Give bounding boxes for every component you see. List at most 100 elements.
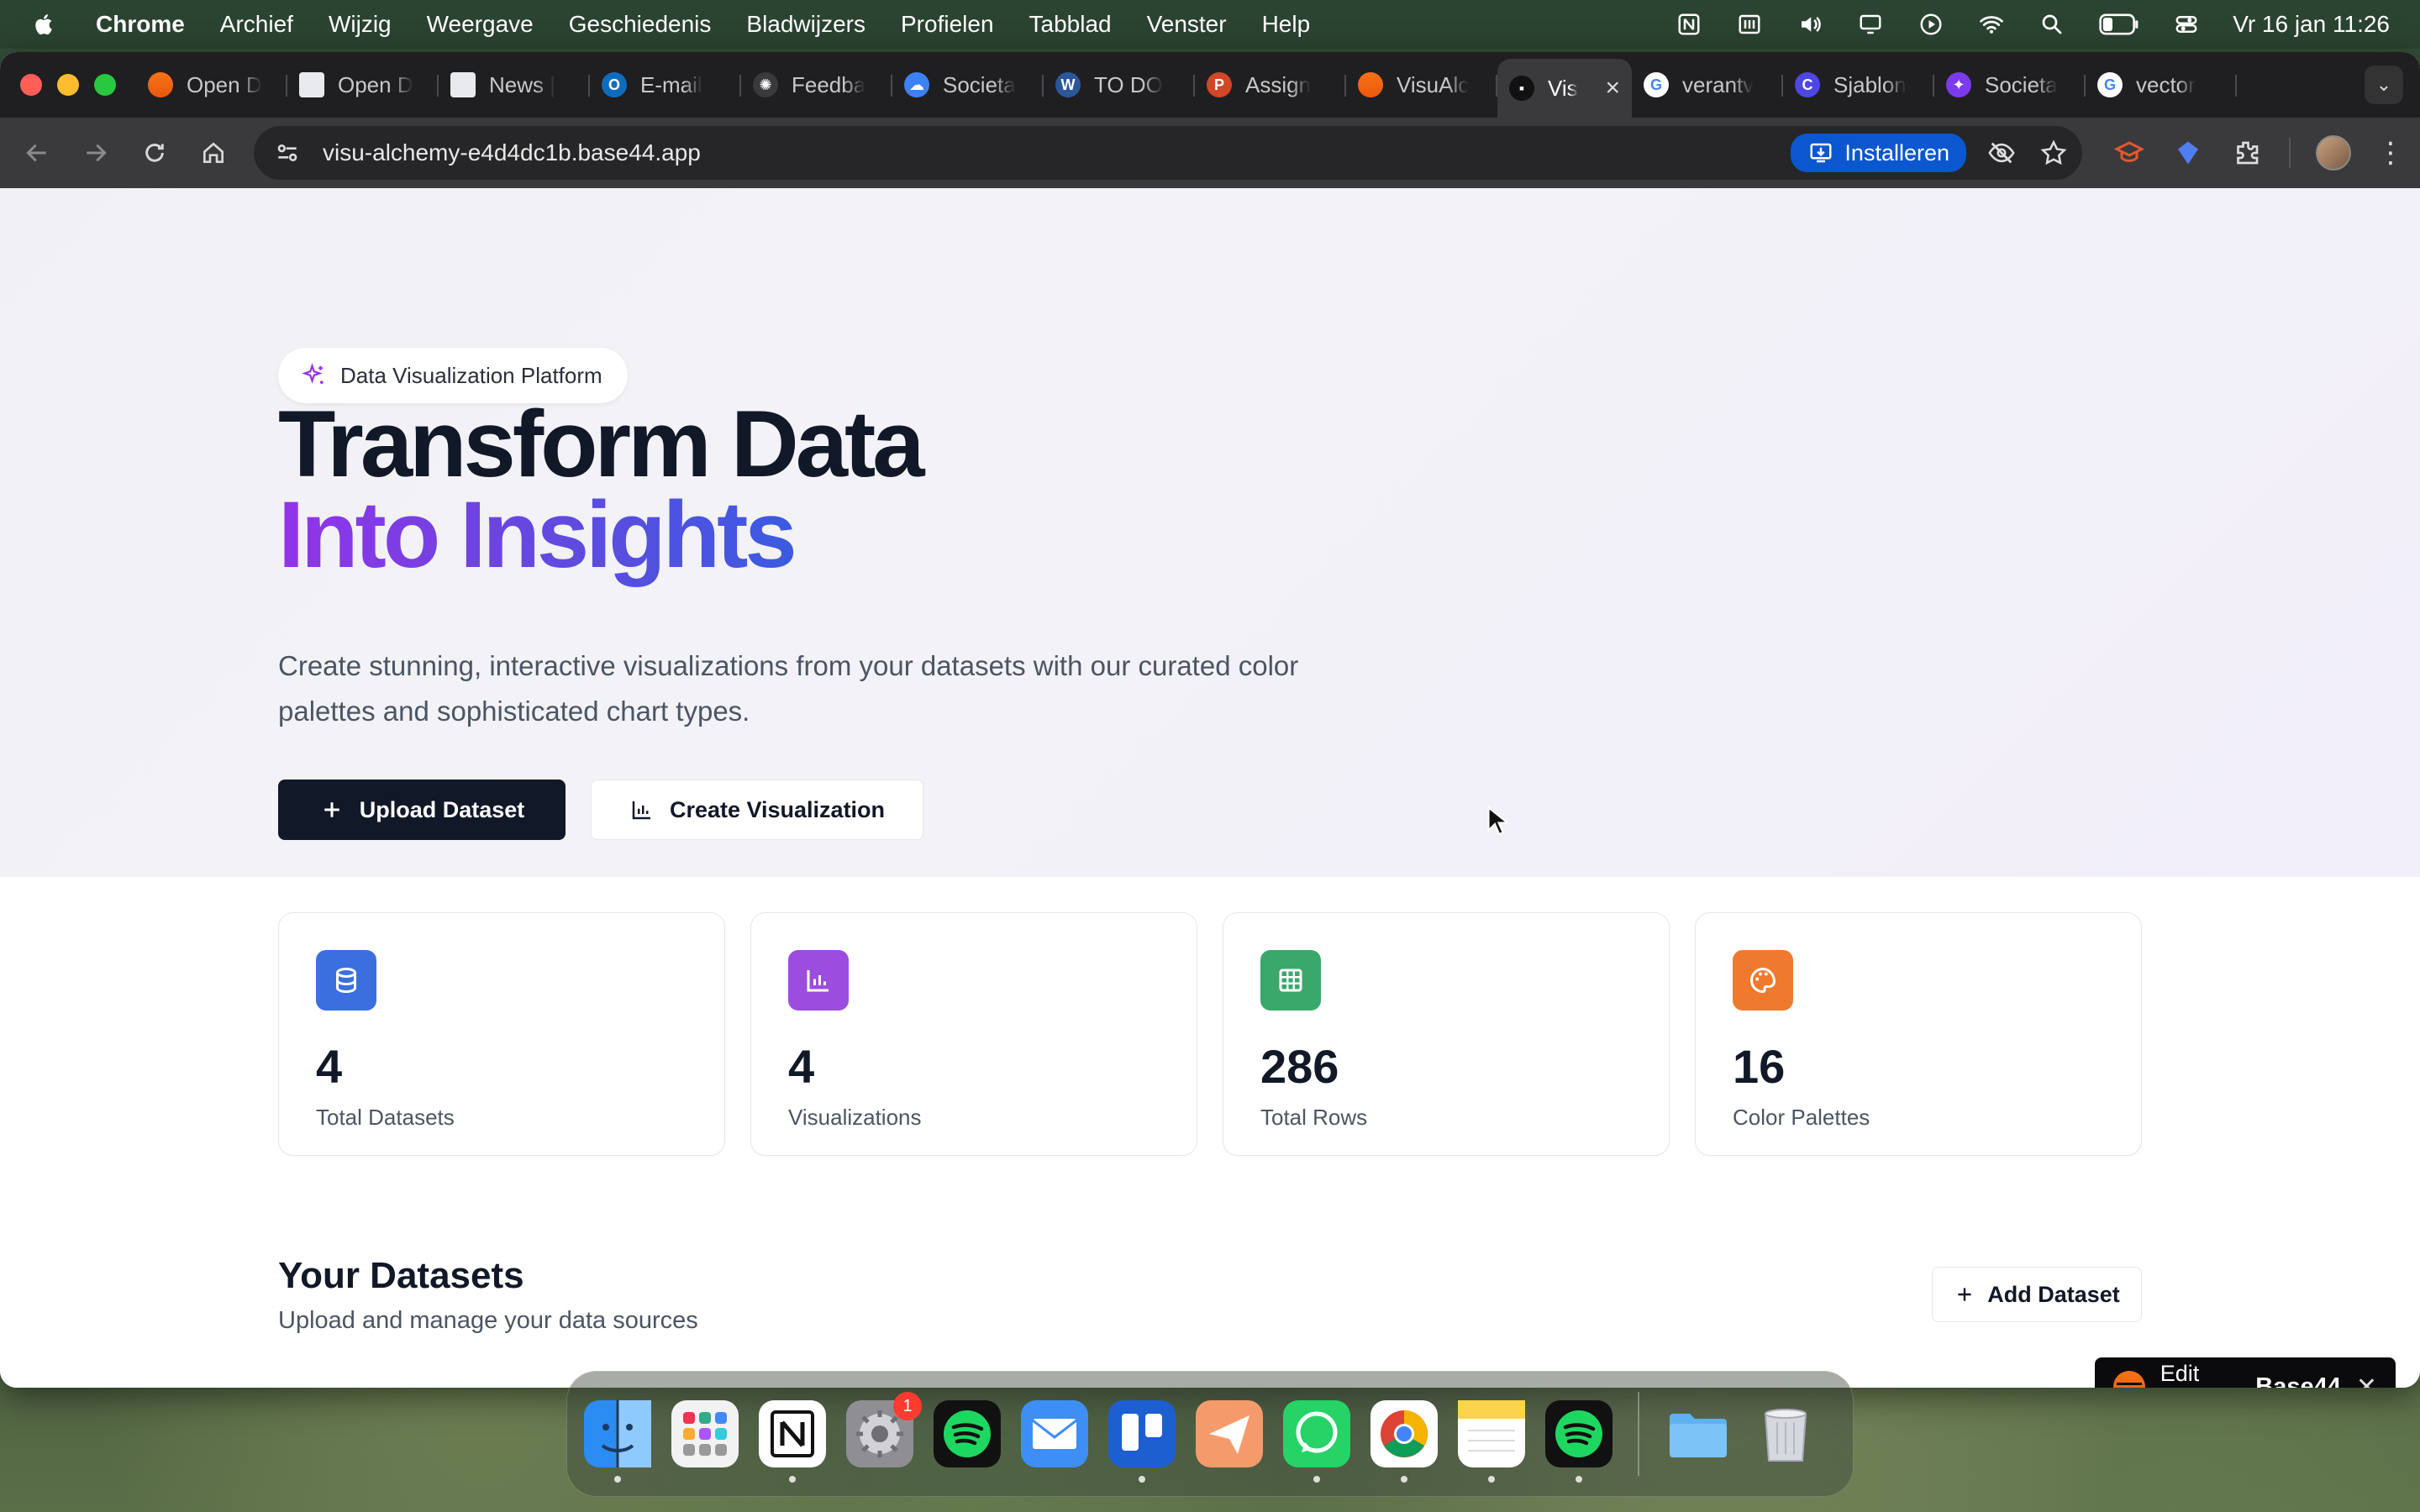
tab-label: Societa [1985,71,2058,97]
volume-icon[interactable] [1796,12,1824,37]
stat-card-visualizations: 4 Visualizations [750,912,1197,1156]
menu-help[interactable]: Help [1262,11,1311,38]
address-bar[interactable]: visu-alchemy-e4d4dc1b.base44.app Install… [254,126,2082,180]
running-indicator [1139,1476,1145,1483]
trello-icon[interactable] [1108,1400,1176,1483]
url-text[interactable]: visu-alchemy-e4d4dc1b.base44.app [323,139,1772,166]
tab-active[interactable]: ▪ Vis × [1497,59,1632,118]
battery-icon[interactable] [2098,12,2140,37]
finder-icon[interactable] [584,1400,651,1483]
tab[interactable]: ✦ Societa [1934,60,2086,110]
bookmark-star-icon[interactable] [2037,136,2070,170]
base44-icon [1358,72,1383,97]
stat-card-palettes: 16 Color Palettes [1695,912,2142,1156]
close-icon[interactable]: ✕ [2356,1373,2377,1389]
tab[interactable]: Gvector [2086,60,2237,110]
powerpoint-icon: P [1207,72,1232,97]
site-info-icon[interactable] [271,136,304,170]
datasets-section-subtitle: Upload and manage your data sources [278,1307,698,1334]
tab-label: Feedba [792,71,866,97]
tab[interactable]: News | [439,60,590,110]
tab[interactable]: W TO DO [1044,60,1195,110]
tab-search-button[interactable]: ⌄ [2365,66,2403,104]
extensions-area: ⋮ [2112,135,2405,171]
tab[interactable]: Gverantv [1632,60,1783,110]
system-settings-icon[interactable]: 1 [846,1392,922,1467]
tab[interactable]: VisuAlc [1346,60,1497,110]
menu-profielen[interactable]: Profielen [901,11,994,38]
add-dataset-button[interactable]: Add Dataset [1932,1267,2142,1322]
control-center-icon[interactable] [2172,12,2201,37]
display-icon[interactable] [1735,12,1764,37]
chrome-icon[interactable] [1370,1400,1438,1483]
tab[interactable]: C Sjablon [1783,60,1934,110]
folder-icon[interactable] [1665,1400,1732,1467]
close-tab-icon[interactable]: × [1605,74,1620,102]
wifi-icon[interactable] [1977,12,2006,37]
trash-icon[interactable] [1752,1400,1819,1467]
home-button[interactable] [195,134,232,171]
minimize-window-button[interactable] [57,74,79,96]
spotlight-icon[interactable] [2038,12,2066,37]
forward-button[interactable] [77,134,114,171]
menu-tabblad[interactable]: Tabblad [1029,11,1112,38]
menu-venster[interactable]: Venster [1147,11,1227,38]
whatsapp-icon[interactable] [1283,1400,1350,1483]
notes-icon[interactable] [1458,1400,1525,1483]
eye-slash-icon[interactable] [1985,136,2018,170]
extensions-puzzle-icon[interactable] [2230,136,2264,170]
install-app-button[interactable]: Installeren [1791,134,1966,172]
stat-label: Visualizations [788,1105,922,1130]
notion-icon[interactable] [759,1400,826,1483]
menu-app-name[interactable]: Chrome [96,11,185,38]
outlook-icon: O [602,72,627,97]
notification-badge: 1 [893,1392,922,1420]
database-icon [316,950,376,1011]
menubar-clock[interactable]: Vr 16 jan 11:26 [2233,11,2390,38]
spotify-icon[interactable] [1545,1400,1612,1483]
spotify-icon[interactable] [934,1400,1001,1467]
profile-avatar[interactable] [2316,135,2351,171]
play-icon[interactable] [1917,12,1945,37]
tab-label: vector [2136,71,2196,97]
extension-shield-icon[interactable] [2171,136,2205,170]
menu-bar: Chrome Archief Wijzig Weergave Geschiede… [0,0,2420,49]
stat-card-rows: 286 Total Rows [1223,912,1670,1156]
close-window-button[interactable] [20,74,42,96]
fullscreen-window-button[interactable] [94,74,116,96]
menu-bladwijzers[interactable]: Bladwijzers [746,11,865,38]
mail-icon[interactable] [1021,1400,1088,1467]
menu-wijzig[interactable]: Wijzig [329,11,392,38]
apple-menu-icon[interactable] [30,10,59,39]
tab[interactable]: O E-mail [590,60,741,110]
paperplane-icon[interactable] [1196,1400,1263,1467]
hero-description: Create stunning, interactive visualizati… [278,650,1299,727]
mouse-cursor-icon [1487,806,1507,836]
upload-dataset-button[interactable]: Upload Dataset [278,780,566,840]
menu-geschiedenis[interactable]: Geschiedenis [569,11,712,38]
tab-label: E-mail [640,71,702,97]
create-visualization-button[interactable]: Create Visualization [591,780,923,840]
stat-value: 4 [788,1040,815,1093]
notion-icon[interactable] [1675,12,1703,37]
tab[interactable]: Open D [287,60,439,110]
plus-icon [1958,1288,1971,1301]
launchpad-icon[interactable] [671,1400,739,1467]
tab[interactable]: ☁ Societa [892,60,1044,110]
chrome-menu-icon[interactable]: ⋮ [2376,136,2405,170]
dock: 1 [566,1371,1854,1497]
edit-with-base44-button[interactable]: Edit with Base44 ✕ [2095,1357,2396,1388]
screen-mirroring-icon[interactable] [1856,12,1885,37]
back-button[interactable] [18,134,55,171]
toolbar-divider [2289,138,2291,168]
reload-button[interactable] [136,134,173,171]
running-indicator [1313,1476,1320,1483]
menu-weergave[interactable]: Weergave [427,11,534,38]
menu-archief[interactable]: Archief [220,11,293,38]
tabs-list: Open D Open D News | O E-mail ✺ Feedba ☁ Societa… [136,52,2364,118]
extension-scholar-icon[interactable] [2112,136,2146,170]
tab[interactable]: ✺ Feedba [741,60,892,110]
tab[interactable]: P Assign [1195,60,1346,110]
table-icon [1260,950,1321,1011]
tab[interactable]: Open D [136,60,287,110]
